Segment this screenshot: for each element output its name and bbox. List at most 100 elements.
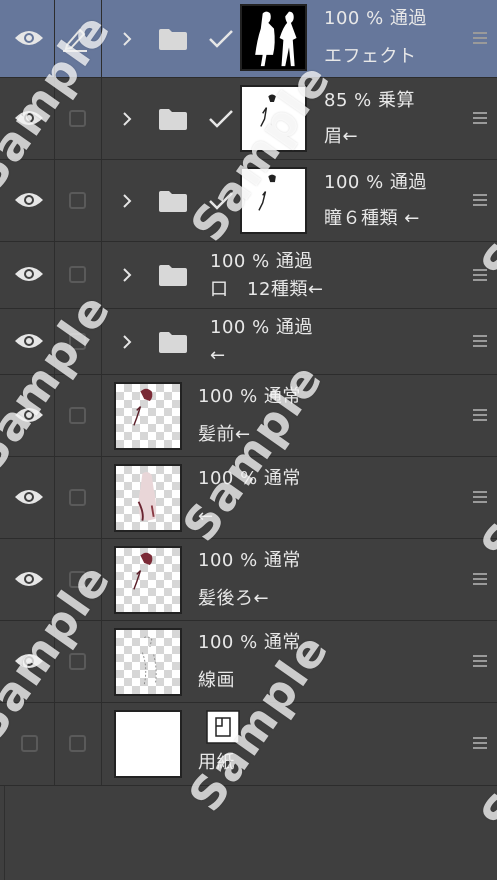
column-divider — [54, 457, 55, 538]
chevron-right-icon[interactable] — [121, 31, 133, 47]
drag-handle-icon[interactable] — [473, 737, 487, 751]
lock-checkbox[interactable] — [69, 407, 86, 424]
lock-checkbox[interactable] — [69, 266, 86, 283]
layer-thumbnail — [114, 464, 182, 532]
eye-icon[interactable] — [14, 264, 44, 284]
folder-icon — [159, 191, 187, 212]
eye-icon[interactable] — [14, 569, 44, 589]
chevron-right-icon[interactable] — [121, 193, 133, 209]
column-divider — [101, 78, 102, 159]
layer-name[interactable]: ← — [210, 345, 226, 367]
column-divider — [4, 786, 5, 880]
layer-row[interactable]: 100 % 通常 髪後ろ← — [0, 539, 497, 621]
check-icon — [209, 30, 233, 48]
layer-row[interactable]: 100 % 通過 口 12種類← — [0, 242, 497, 309]
drag-handle-icon[interactable] — [473, 112, 487, 126]
lock-checkbox[interactable] — [69, 571, 86, 588]
layer-row[interactable]: 100 % 通常 ← — [0, 457, 497, 539]
eye-icon[interactable] — [14, 190, 44, 210]
layer-thumbnail — [240, 4, 307, 71]
column-divider — [101, 539, 102, 620]
paper-layer-icon — [206, 710, 240, 744]
layer-row[interactable]: 100 % 通常 髪前← — [0, 375, 497, 457]
layer-row[interactable]: 85 % 乗算 眉← — [0, 78, 497, 160]
layer-opacity-blend: 100 % 通過 — [210, 317, 313, 338]
layer-row[interactable]: 用紙 — [0, 703, 497, 786]
drag-handle-icon[interactable] — [473, 573, 487, 587]
column-divider — [54, 160, 55, 241]
layer-thumbnail — [114, 546, 182, 614]
layer-thumbnail — [240, 85, 307, 152]
layer-thumbnail — [114, 628, 182, 696]
column-divider — [101, 160, 102, 241]
folder-icon — [159, 265, 187, 286]
eye-icon[interactable] — [14, 487, 44, 507]
column-divider — [101, 0, 102, 77]
pencil-icon[interactable] — [62, 26, 88, 52]
column-divider — [54, 78, 55, 159]
layer-name[interactable]: 髪後ろ← — [198, 588, 269, 610]
drag-handle-icon[interactable] — [473, 335, 487, 349]
column-divider — [101, 375, 102, 456]
layer-name[interactable]: 瞳６種類 ← — [324, 208, 420, 230]
column-divider — [54, 539, 55, 620]
layer-row[interactable]: 100 % 通過 瞳６種類 ← — [0, 160, 497, 242]
column-divider — [101, 242, 102, 308]
drag-handle-icon[interactable] — [473, 269, 487, 283]
layer-name[interactable]: 用紙 — [198, 752, 235, 774]
column-divider — [54, 375, 55, 456]
layer-name[interactable]: ← — [198, 506, 214, 528]
layer-name[interactable]: 髪前← — [198, 424, 251, 446]
chevron-right-icon[interactable] — [121, 267, 133, 283]
visibility-checkbox[interactable] — [21, 735, 38, 752]
eye-icon[interactable] — [14, 331, 44, 351]
layer-opacity-blend: 100 % 通過 — [324, 172, 427, 193]
drag-handle-icon[interactable] — [473, 409, 487, 423]
folder-icon — [159, 29, 187, 50]
eye-icon[interactable] — [14, 651, 44, 671]
layer-opacity-blend: 100 % 通常 — [198, 468, 301, 489]
empty-panel-area — [0, 786, 497, 880]
eye-icon[interactable] — [14, 405, 44, 425]
layer-opacity-blend: 100 % 通常 — [198, 550, 301, 571]
column-divider — [101, 309, 102, 374]
drag-handle-icon[interactable] — [473, 491, 487, 505]
lock-checkbox[interactable] — [69, 110, 86, 127]
lock-checkbox[interactable] — [69, 333, 86, 350]
check-icon — [209, 192, 233, 210]
column-divider — [101, 457, 102, 538]
eye-icon[interactable] — [14, 108, 44, 128]
layer-row[interactable]: 100 % 通常 線画 — [0, 621, 497, 703]
lock-checkbox[interactable] — [69, 653, 86, 670]
layer-thumbnail — [114, 710, 182, 778]
drag-handle-icon[interactable] — [473, 32, 487, 46]
layer-name[interactable]: 眉← — [324, 126, 358, 148]
column-divider — [101, 703, 102, 785]
layer-name[interactable]: 口 12種類← — [210, 279, 324, 301]
column-divider — [101, 621, 102, 702]
layer-panel: 100 % 通過 エフェクト 85 % 乗算 眉← 100 % 通過 瞳６種類 … — [0, 0, 497, 880]
column-divider — [54, 309, 55, 374]
eye-icon[interactable] — [14, 28, 44, 48]
column-divider — [54, 0, 55, 77]
drag-handle-icon[interactable] — [473, 655, 487, 669]
chevron-right-icon[interactable] — [121, 334, 133, 350]
check-icon — [209, 110, 233, 128]
layer-thumbnail — [114, 382, 182, 450]
layer-name[interactable]: 線画 — [198, 670, 235, 692]
layer-row[interactable]: 100 % 通過 ← — [0, 309, 497, 375]
folder-icon — [159, 332, 187, 353]
layer-opacity-blend: 100 % 通常 — [198, 386, 301, 407]
layer-opacity-blend: 85 % 乗算 — [324, 90, 415, 111]
layer-opacity-blend: 100 % 通常 — [198, 632, 301, 653]
layer-name[interactable]: エフェクト — [324, 46, 417, 68]
lock-checkbox[interactable] — [69, 735, 86, 752]
chevron-right-icon[interactable] — [121, 111, 133, 127]
layer-opacity-blend: 100 % 通過 — [210, 251, 313, 272]
drag-handle-icon[interactable] — [473, 194, 487, 208]
layer-row[interactable]: 100 % 通過 エフェクト — [0, 0, 497, 78]
folder-icon — [159, 109, 187, 130]
layer-opacity-blend: 100 % 通過 — [324, 8, 427, 29]
lock-checkbox[interactable] — [69, 489, 86, 506]
lock-checkbox[interactable] — [69, 192, 86, 209]
